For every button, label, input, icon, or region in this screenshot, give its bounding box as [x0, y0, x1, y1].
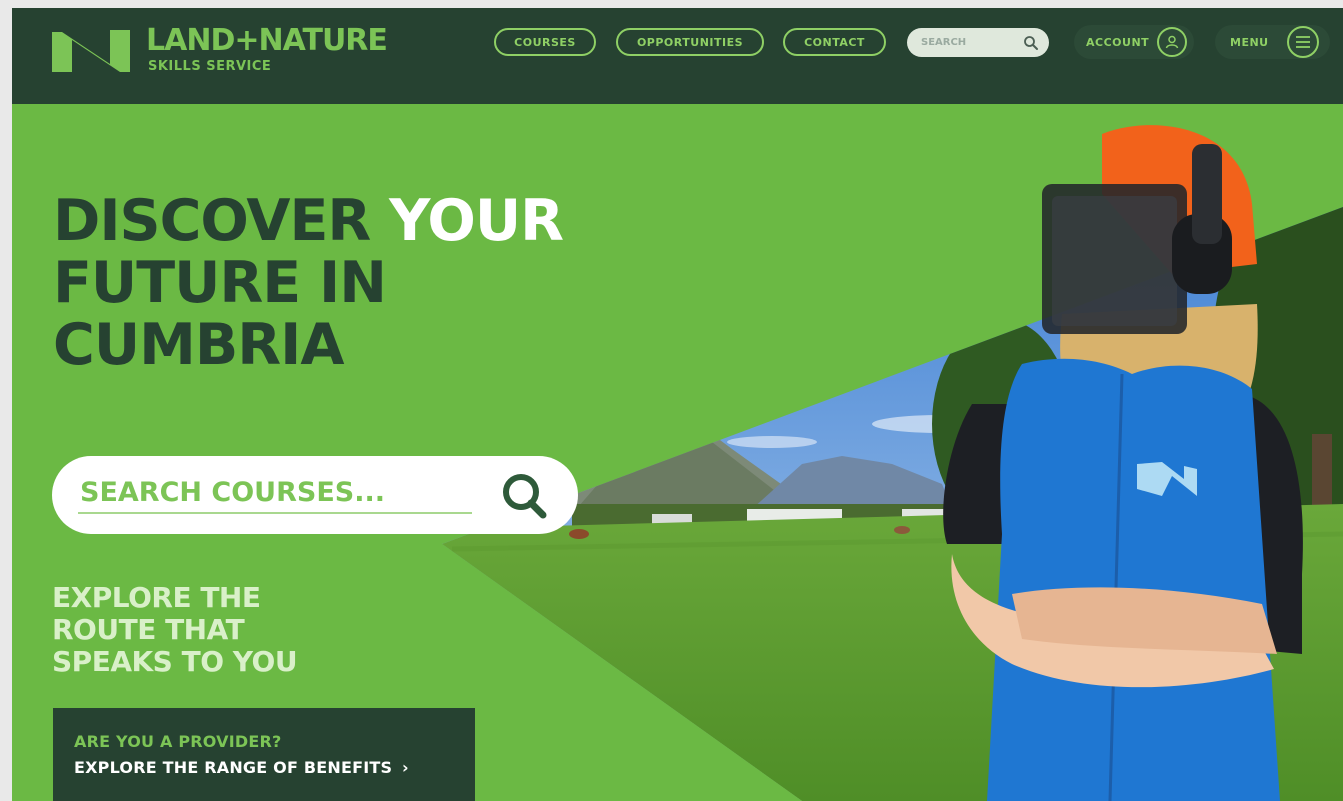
- provider-question: ARE YOU A PROVIDER?: [74, 732, 282, 751]
- provider-link[interactable]: EXPLORE THE RANGE OF BENEFITS ›: [74, 758, 475, 777]
- explore-heading: EXPLORE THE ROUTE THAT SPEAKS TO YOU: [52, 581, 298, 678]
- header-search: [907, 28, 1049, 57]
- chevron-right-icon: ›: [402, 758, 409, 777]
- headline-accent: YOUR: [389, 188, 564, 254]
- course-search-bar: [52, 456, 578, 534]
- nav-opportunities[interactable]: OPPORTUNITIES: [616, 28, 764, 56]
- menu-button[interactable]: MENU: [1215, 25, 1330, 59]
- hero-headline: DISCOVER YOUR FUTURE IN CUMBRIA: [53, 188, 564, 378]
- account-button[interactable]: ACCOUNT: [1074, 25, 1194, 59]
- header-search-input[interactable]: [919, 36, 1023, 49]
- headline-line3: CUMBRIA: [53, 312, 344, 378]
- site-logo[interactable]: LAND+NATURE SKILLS SERVICE: [50, 24, 395, 74]
- explore-line1: EXPLORE THE: [52, 581, 261, 614]
- logo-subtitle: SKILLS SERVICE: [148, 59, 272, 74]
- nav-courses[interactable]: COURSES: [494, 28, 596, 56]
- logo-title: LAND+NATURE: [146, 23, 388, 58]
- search-icon[interactable]: [1023, 35, 1039, 51]
- explore-line2: ROUTE THAT: [52, 613, 245, 646]
- account-label: ACCOUNT: [1086, 35, 1150, 49]
- hero-section: DISCOVER YOUR FUTURE IN CUMBRIA EXPLORE …: [12, 104, 1343, 801]
- user-icon: [1157, 27, 1188, 57]
- explore-line3: SPEAKS TO YOU: [52, 645, 298, 678]
- provider-cta-label: EXPLORE THE RANGE OF BENEFITS: [74, 758, 393, 777]
- headline-line2: FUTURE IN: [53, 250, 387, 316]
- page-frame: LAND+NATURE SKILLS SERVICE COURSES OPPOR…: [12, 8, 1343, 801]
- site-header: LAND+NATURE SKILLS SERVICE COURSES OPPOR…: [12, 8, 1343, 104]
- course-search-input[interactable]: [78, 476, 472, 514]
- logo-mark-icon: [52, 30, 130, 72]
- nav-contact[interactable]: CONTACT: [783, 28, 886, 56]
- headline-part1: DISCOVER: [53, 188, 390, 254]
- search-icon[interactable]: [499, 471, 549, 521]
- hamburger-icon: [1286, 26, 1319, 58]
- menu-label: MENU: [1230, 35, 1269, 49]
- provider-cta[interactable]: ARE YOU A PROVIDER? EXPLORE THE RANGE OF…: [53, 708, 475, 801]
